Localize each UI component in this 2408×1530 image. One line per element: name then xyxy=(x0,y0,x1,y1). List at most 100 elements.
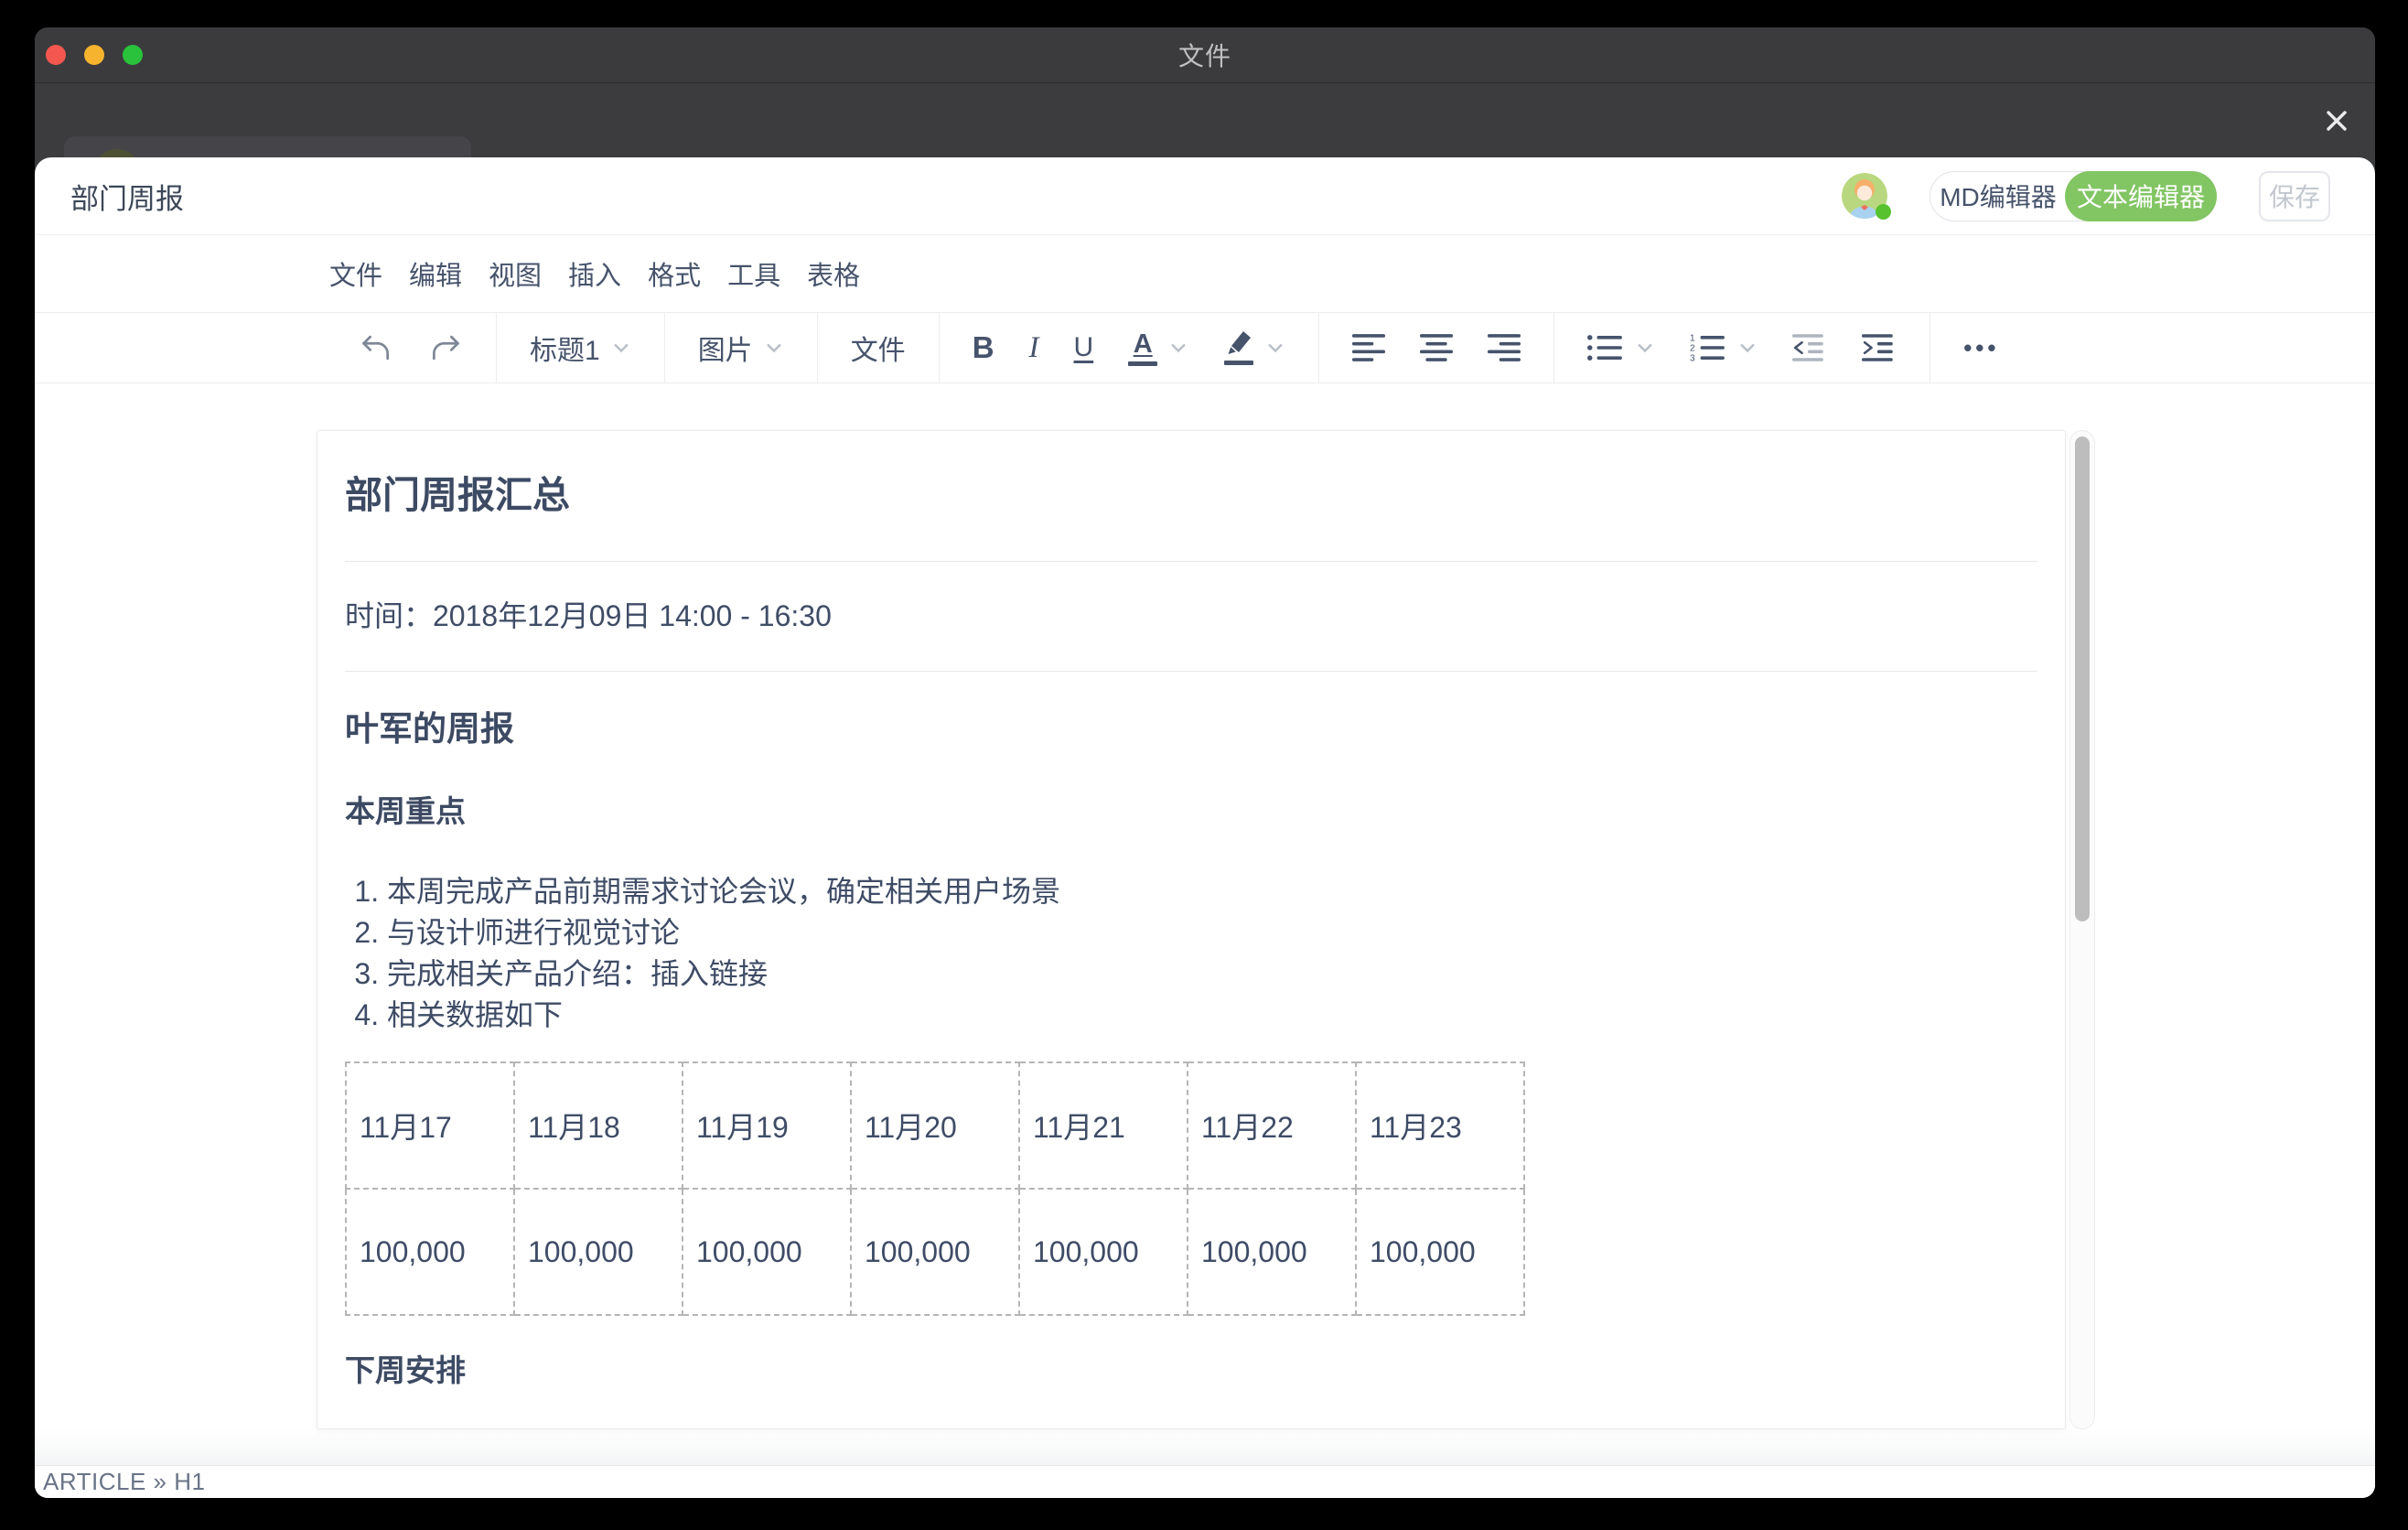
scrollbar-thumb[interactable] xyxy=(2075,436,2090,921)
document-name: 部门周报 xyxy=(70,176,184,217)
svg-text:3: 3 xyxy=(1690,354,1695,361)
menu-item[interactable]: 工具 xyxy=(727,254,780,293)
doc-heading-3-next: 下周安排 xyxy=(345,1350,2037,1392)
text-editor-button[interactable]: 文本编辑器 xyxy=(2065,171,2217,221)
editor-canvas: 部门周报汇总 时间：2018年12月09日 14:00 - 16:30 叶军的周… xyxy=(35,383,2375,1466)
meeting-time: 时间：2018年12月09日 14:00 - 16:30 xyxy=(345,595,2037,637)
undo-icon[interactable] xyxy=(359,331,393,364)
doc-heading-1: 部门周报汇总 xyxy=(345,468,2037,523)
scrollbar[interactable] xyxy=(2069,430,2095,1429)
heading-select-group: 标题1 xyxy=(496,313,664,382)
chevron-down-icon xyxy=(1168,338,1188,358)
menu-item[interactable]: 格式 xyxy=(648,254,701,293)
table-cell[interactable]: 11月20 xyxy=(851,1062,1019,1189)
minimize-traffic-button[interactable] xyxy=(84,45,104,65)
save-button[interactable]: 保存 xyxy=(2259,171,2330,221)
table-cell[interactable]: 11月18 xyxy=(514,1062,683,1189)
align-group xyxy=(1318,313,1553,382)
menu-item[interactable]: 视图 xyxy=(489,254,542,293)
insert-image-button[interactable]: 图片 xyxy=(698,328,784,368)
table-cell[interactable]: 100,000 xyxy=(683,1189,851,1315)
close-traffic-button[interactable] xyxy=(46,45,66,65)
bullet-list-button[interactable] xyxy=(1587,334,1624,361)
numbered-list-button[interactable]: 1 2 3 xyxy=(1690,334,1726,361)
table-cell[interactable]: 100,000 xyxy=(1188,1189,1356,1315)
avatar[interactable] xyxy=(1842,173,1887,219)
table-cell[interactable]: 100,000 xyxy=(1356,1189,1524,1315)
chevron-down-icon xyxy=(1737,338,1758,358)
align-center-button[interactable] xyxy=(1420,334,1453,361)
window-title: 文件 xyxy=(35,37,2375,73)
menu-item[interactable]: 表格 xyxy=(807,254,860,293)
list-indent-group: 1 2 3 xyxy=(1553,313,1930,382)
md-editor-button[interactable]: MD编辑器 xyxy=(1930,172,2066,221)
highlight-control xyxy=(1223,331,1285,365)
menu-bar: 文件编辑视图插入格式工具表格 xyxy=(35,235,2375,312)
doc-heading-2: 叶军的周报 xyxy=(345,706,2037,753)
format-toolbar: 标题1 图片 文件 B I U A xyxy=(35,312,2375,383)
document-page[interactable]: 部门周报汇总 时间：2018年12月09日 14:00 - 16:30 叶军的周… xyxy=(317,430,2066,1429)
file-group: 文件 xyxy=(817,313,939,382)
menu-item[interactable]: 编辑 xyxy=(409,254,462,293)
heading-select[interactable]: 标题1 xyxy=(530,328,631,368)
table-cell[interactable]: 100,000 xyxy=(514,1189,683,1315)
close-icon[interactable] xyxy=(2318,102,2355,139)
redo-icon[interactable] xyxy=(428,331,463,364)
status-bar: ARTICLE » H1 xyxy=(35,1466,2375,1498)
align-left-button[interactable] xyxy=(1352,334,1385,361)
history-group xyxy=(326,313,496,382)
editor-modal: 部门周报 MD编辑器 文本编辑器 保存 xyxy=(35,157,2375,1498)
data-table: 11月1711月1811月1911月2011月2111月2211月23 100,… xyxy=(345,1061,1525,1316)
table-value-row: 100,000100,000100,000100,000100,000100,0… xyxy=(346,1189,1524,1315)
table-cell[interactable]: 11月22 xyxy=(1188,1062,1356,1189)
table-cell[interactable]: 11月21 xyxy=(1019,1062,1188,1189)
align-right-button[interactable] xyxy=(1488,334,1521,361)
table-cell[interactable]: 11月23 xyxy=(1356,1062,1524,1189)
svg-text:1: 1 xyxy=(1690,334,1695,344)
traffic-lights xyxy=(46,27,143,82)
outdent-button[interactable] xyxy=(1792,334,1827,361)
online-status-dot xyxy=(1876,204,1891,220)
list-item: 与设计师进行视觉讨论 xyxy=(387,912,2037,954)
table-cell[interactable]: 11月19 xyxy=(683,1062,851,1189)
doc-heading-3-focus: 本周重点 xyxy=(345,791,2037,833)
font-color-control: A xyxy=(1128,330,1188,366)
text-style-group: B I U A xyxy=(939,313,1319,382)
table-cell[interactable]: 100,000 xyxy=(346,1189,514,1315)
table-header-row: 11月1711月1811月1911月2011月2111月2211月23 xyxy=(346,1062,1524,1189)
list-item: 完成相关产品介绍：插入链接 xyxy=(387,954,2037,995)
table-cell[interactable]: 100,000 xyxy=(1019,1189,1188,1315)
window-titlebar: 文件 xyxy=(35,27,2375,83)
header-actions: MD编辑器 文本编辑器 保存 xyxy=(1842,171,2330,221)
indent-button[interactable] xyxy=(1862,334,1897,361)
bottom-shade xyxy=(35,1428,2375,1465)
divider xyxy=(345,671,2037,672)
font-color-button[interactable]: A xyxy=(1128,330,1157,366)
underline-button[interactable]: U xyxy=(1074,332,1094,363)
chevron-down-icon xyxy=(1635,338,1655,358)
list-item: 相关数据如下 xyxy=(387,995,2037,1036)
italic-button[interactable]: I xyxy=(1029,331,1039,365)
dimmed-app-background xyxy=(35,83,2375,158)
bold-button[interactable]: B xyxy=(973,330,994,365)
table-cell[interactable]: 11月17 xyxy=(346,1062,514,1189)
table-cell[interactable]: 100,000 xyxy=(851,1189,1019,1315)
insert-file-button[interactable]: 文件 xyxy=(851,328,906,368)
menu-item[interactable]: 插入 xyxy=(568,254,621,293)
chevron-down-icon xyxy=(1265,338,1285,358)
highlight-button[interactable] xyxy=(1223,331,1254,365)
highlighter-icon xyxy=(1223,331,1254,357)
modal-header: 部门周报 MD编辑器 文本编辑器 保存 xyxy=(35,157,2375,235)
image-select-group: 图片 xyxy=(664,313,817,382)
focus-list: 本周完成产品前期需求讨论会议，确定相关用户场景与设计师进行视觉讨论完成相关产品介… xyxy=(345,871,2037,1036)
zoom-traffic-button[interactable] xyxy=(123,45,143,65)
more-group: ••• xyxy=(1930,313,2032,382)
divider xyxy=(345,561,2037,562)
more-options-button[interactable]: ••• xyxy=(1963,334,1999,362)
macos-window: 文件 部门周报 xyxy=(35,27,2375,1498)
list-item: 本周完成产品前期需求讨论会议，确定相关用户场景 xyxy=(387,871,2037,912)
chevron-down-icon xyxy=(764,338,784,358)
menu-item[interactable]: 文件 xyxy=(329,254,382,293)
editor-mode-switch: MD编辑器 文本编辑器 xyxy=(1930,171,2217,221)
bullet-list-control xyxy=(1587,334,1655,361)
